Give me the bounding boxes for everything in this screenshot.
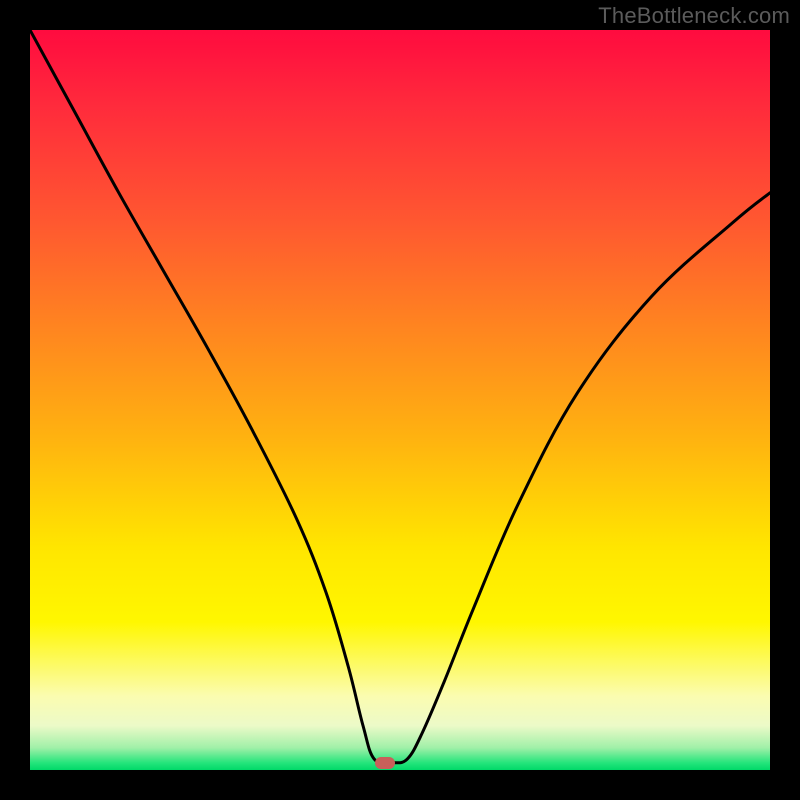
curve-svg: [30, 30, 770, 770]
bottleneck-curve-path: [30, 30, 770, 763]
plot-area: [30, 30, 770, 770]
optimum-marker: [375, 757, 395, 769]
chart-frame: TheBottleneck.com: [0, 0, 800, 800]
watermark-text: TheBottleneck.com: [598, 3, 790, 29]
